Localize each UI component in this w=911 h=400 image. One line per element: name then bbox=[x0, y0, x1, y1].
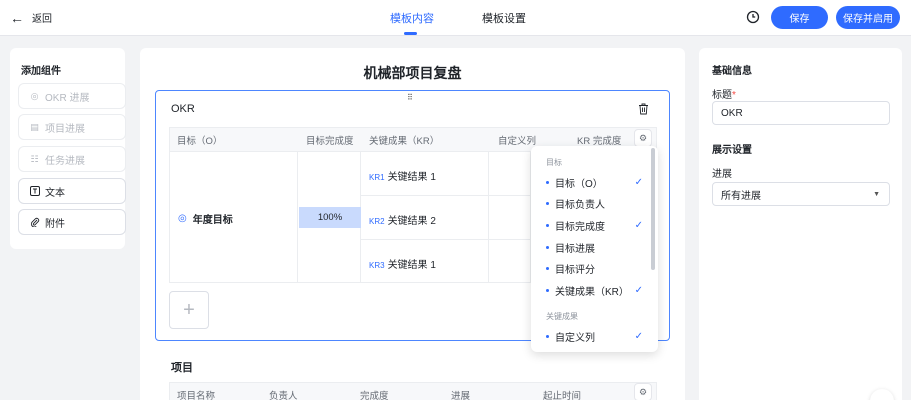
target-icon: ◎ bbox=[30, 90, 39, 101]
progress-select[interactable]: 所有进展 ▼ bbox=[712, 182, 890, 206]
objective-cell[interactable]: ◎ 年度目标 bbox=[178, 211, 233, 226]
menu-item-label: 目标完成度 bbox=[555, 222, 605, 233]
bullet-dot bbox=[546, 335, 549, 338]
objective-progress-cell: 100% bbox=[299, 207, 361, 228]
column-header: KR 完成度 bbox=[577, 136, 622, 147]
bullet-dot bbox=[546, 224, 549, 227]
key-result-row[interactable]: KR3 关键结果 1 bbox=[369, 256, 436, 271]
save-button[interactable]: 保存 bbox=[771, 6, 828, 29]
kr-tag: KR3 bbox=[369, 261, 385, 270]
kr-text: 关键结果 2 bbox=[387, 216, 436, 227]
kr-tag: KR2 bbox=[369, 217, 385, 226]
column-settings-icon[interactable]: ⚙ bbox=[634, 383, 652, 400]
checklist-icon: ☷ bbox=[30, 153, 39, 164]
menu-item-label: 目标评分 bbox=[555, 265, 595, 276]
menu-item-label: 自定义列 bbox=[555, 333, 595, 344]
tab-template-settings[interactable]: 模板设置 bbox=[482, 10, 526, 26]
tab-template-content[interactable]: 模板内容 bbox=[390, 10, 434, 26]
target-icon: ◎ bbox=[178, 213, 187, 224]
divider bbox=[360, 239, 531, 240]
menu-group-title: 关键成果 bbox=[546, 312, 578, 321]
bullet-dot bbox=[546, 202, 549, 205]
menu-item-objective-score[interactable]: 目标评分 bbox=[546, 261, 641, 276]
list-icon: ▤ bbox=[30, 121, 39, 132]
divider bbox=[297, 151, 298, 283]
paperclip-icon bbox=[29, 217, 40, 228]
project-table-header bbox=[169, 382, 657, 400]
column-header: 进展 bbox=[451, 391, 471, 400]
check-icon: ✓ bbox=[634, 285, 643, 296]
check-icon: ✓ bbox=[634, 331, 643, 342]
menu-item-label: 关键成果（KR） bbox=[555, 287, 629, 298]
component-task-progress[interactable]: ☷ 任务进展 bbox=[18, 146, 126, 172]
active-tab-indicator bbox=[404, 32, 417, 35]
bullet-dot bbox=[546, 289, 549, 292]
kr-text: 关键结果 1 bbox=[387, 260, 436, 271]
menu-group-title: 目标 bbox=[546, 158, 562, 167]
display-settings-heading: 展示设置 bbox=[712, 145, 752, 156]
okr-block-label: OKR bbox=[171, 103, 195, 115]
column-header: 自定义列 bbox=[498, 136, 537, 147]
required-mark: * bbox=[732, 90, 736, 101]
divider bbox=[360, 195, 531, 196]
kr-tag: KR1 bbox=[369, 173, 385, 182]
column-header: 起止时间 bbox=[543, 391, 582, 400]
caret-down-icon: ▼ bbox=[873, 190, 880, 198]
objective-text: 年度目标 bbox=[192, 215, 233, 226]
component-label: 项目进展 bbox=[45, 123, 85, 135]
progress-field-label: 进展 bbox=[712, 169, 732, 180]
top-bar: ← 返回 模板内容 模板设置 保存 保存并启用 bbox=[0, 0, 911, 36]
title-field-label: 标题* bbox=[712, 86, 736, 101]
divider bbox=[488, 151, 489, 283]
component-attachment[interactable]: 附件 bbox=[18, 209, 126, 235]
history-clock-icon[interactable] bbox=[746, 10, 760, 24]
kr-text: 关键结果 1 bbox=[387, 172, 436, 183]
add-objective-button[interactable]: + bbox=[169, 291, 209, 329]
key-result-row[interactable]: KR1 关键结果 1 bbox=[369, 168, 436, 183]
column-header: 关键成果（KR） bbox=[369, 136, 440, 147]
check-icon: ✓ bbox=[634, 177, 643, 188]
column-settings-icon[interactable]: ⚙ bbox=[634, 129, 652, 147]
check-icon: ✓ bbox=[634, 220, 643, 231]
menu-item-label: 目标（O） bbox=[555, 179, 603, 190]
menu-scrollbar[interactable] bbox=[651, 148, 655, 270]
menu-item-label: 目标负责人 bbox=[555, 200, 605, 211]
bullet-dot bbox=[546, 246, 549, 249]
menu-item-objective[interactable]: 目标（O） ✓ bbox=[546, 175, 643, 190]
key-result-row[interactable]: KR2 关键结果 2 bbox=[369, 212, 436, 227]
text-icon bbox=[29, 186, 40, 197]
arrow-left-icon: ← bbox=[10, 9, 24, 26]
component-label: OKR 进展 bbox=[45, 92, 90, 104]
menu-item-objective-owner[interactable]: 目标负责人 bbox=[546, 196, 641, 211]
column-header: 目标（O） bbox=[177, 136, 223, 147]
bullet-dot bbox=[546, 181, 549, 184]
progress-select-value: 所有进展 bbox=[721, 190, 761, 202]
menu-item-objective-progress[interactable]: 目标完成度 ✓ bbox=[546, 218, 643, 233]
bullet-dot bbox=[546, 267, 549, 270]
column-header: 项目名称 bbox=[177, 391, 216, 400]
back-button[interactable]: ← 返回 bbox=[10, 9, 52, 26]
title-label-text: 标题 bbox=[712, 90, 732, 101]
component-text[interactable]: 文本 bbox=[18, 178, 126, 204]
title-input[interactable]: OKR bbox=[712, 101, 890, 125]
drag-handle-icon[interactable]: ⠿ bbox=[407, 93, 413, 102]
menu-item-custom-column[interactable]: 自定义列 ✓ bbox=[546, 329, 643, 344]
component-label: 任务进展 bbox=[45, 155, 85, 167]
menu-item-objective-status[interactable]: 目标进展 bbox=[546, 240, 641, 255]
project-block-label: 项目 bbox=[171, 362, 193, 374]
basic-info-heading: 基础信息 bbox=[712, 66, 752, 77]
column-header: 目标完成度 bbox=[306, 136, 354, 147]
component-label: 文本 bbox=[45, 187, 65, 199]
column-header: 负责人 bbox=[269, 391, 298, 400]
trash-icon[interactable] bbox=[638, 103, 649, 115]
component-okr-progress[interactable]: ◎ OKR 进展 bbox=[18, 83, 126, 109]
component-label: 附件 bbox=[45, 218, 65, 230]
column-header: 完成度 bbox=[360, 391, 389, 400]
menu-item-key-result[interactable]: 关键成果（KR） ✓ bbox=[546, 283, 643, 298]
save-and-enable-button[interactable]: 保存并启用 bbox=[836, 6, 900, 29]
back-label: 返回 bbox=[32, 14, 52, 25]
menu-item-label: 目标进展 bbox=[555, 244, 595, 255]
component-project-progress[interactable]: ▤ 项目进展 bbox=[18, 114, 126, 140]
